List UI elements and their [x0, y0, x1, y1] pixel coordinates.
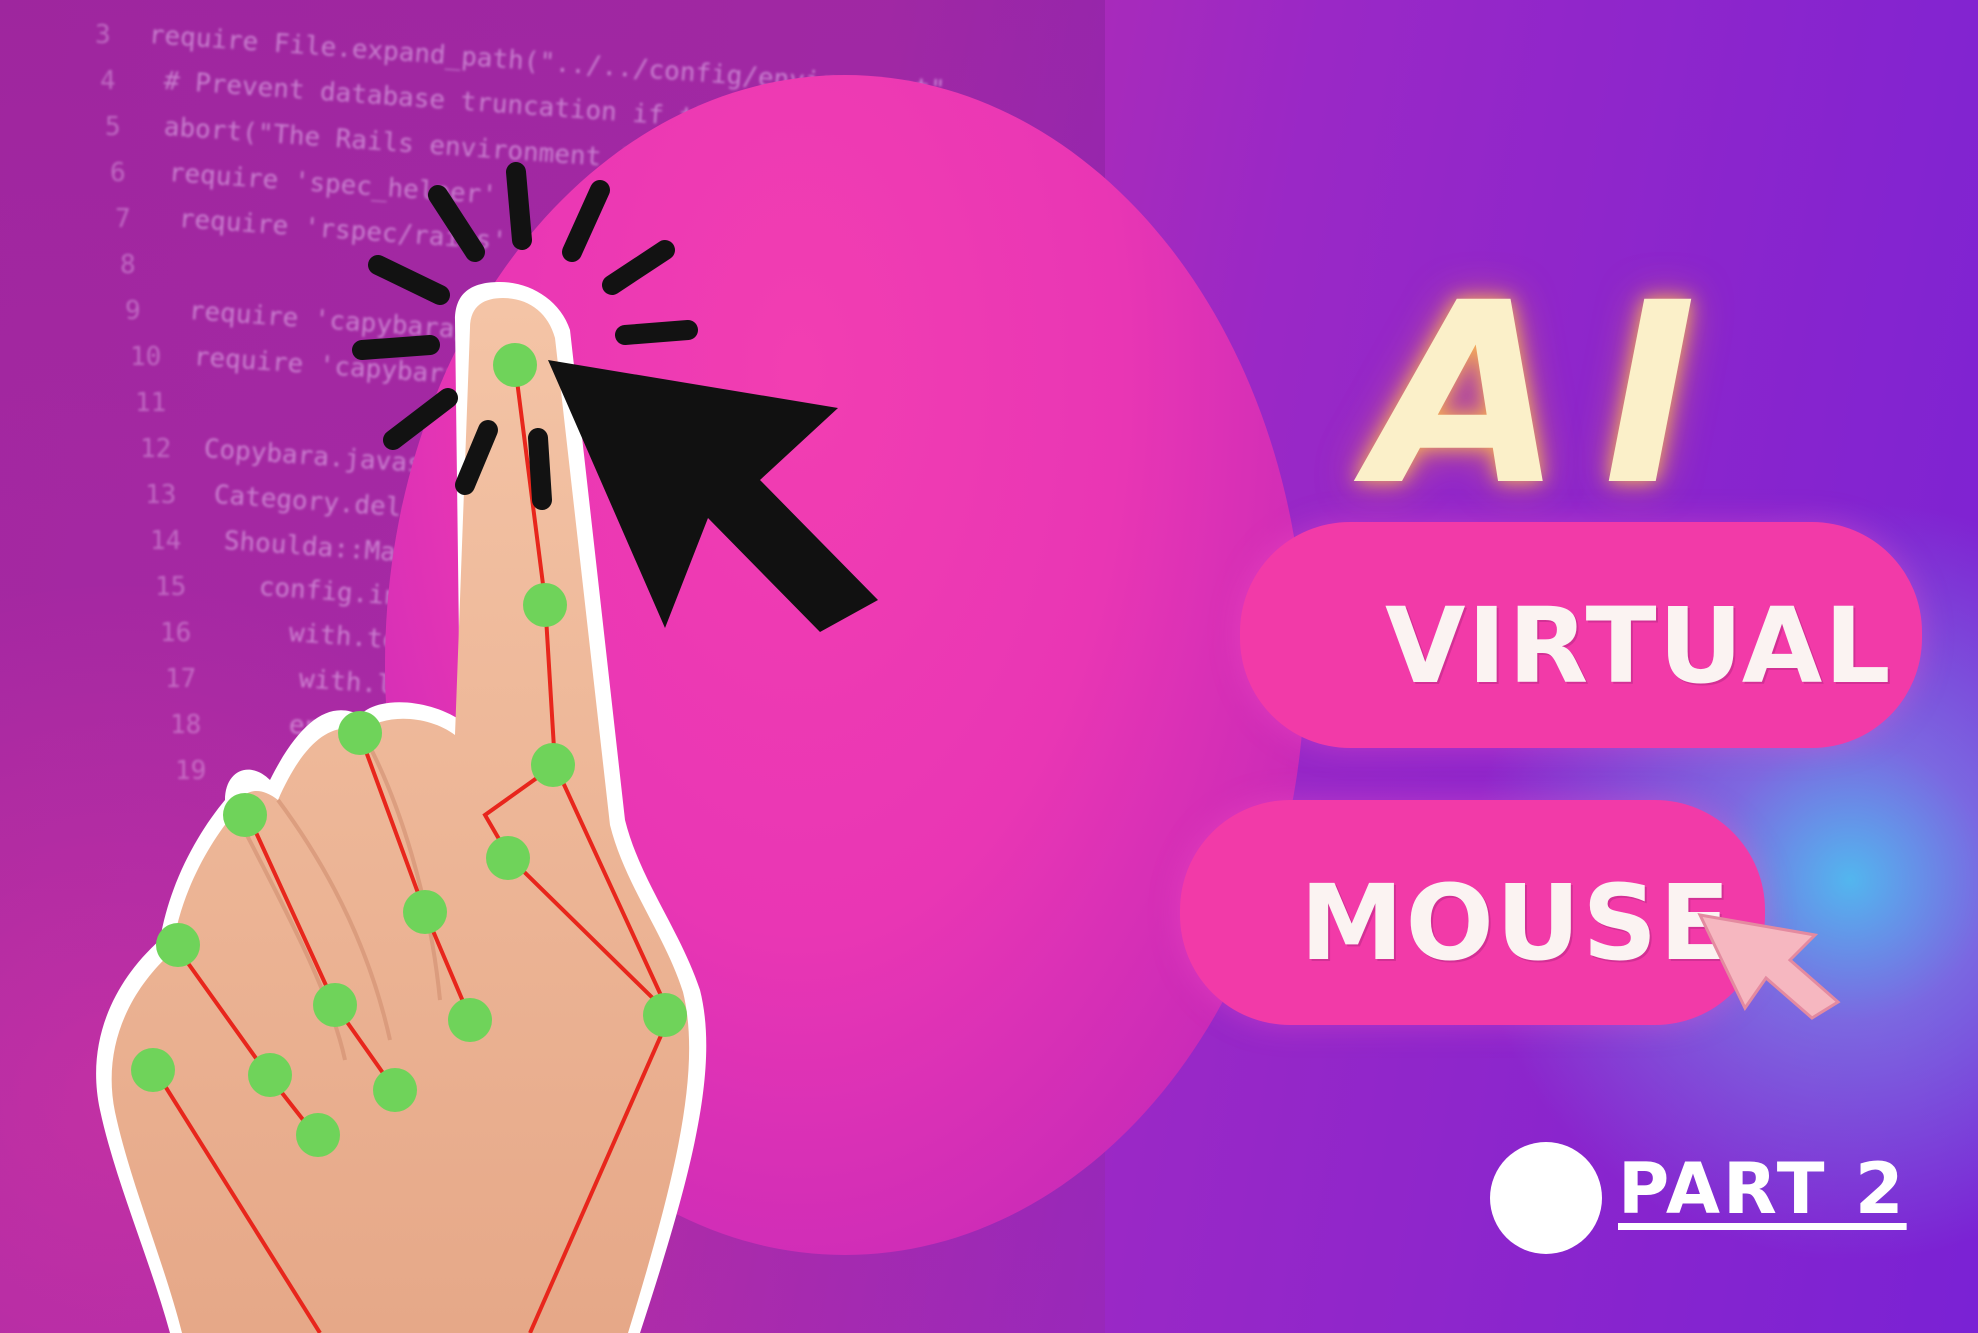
- small-cursor-icon: [1697, 913, 1841, 1020]
- part-label: PART 2: [1618, 1148, 1907, 1230]
- part-dot-icon: [1490, 1142, 1602, 1254]
